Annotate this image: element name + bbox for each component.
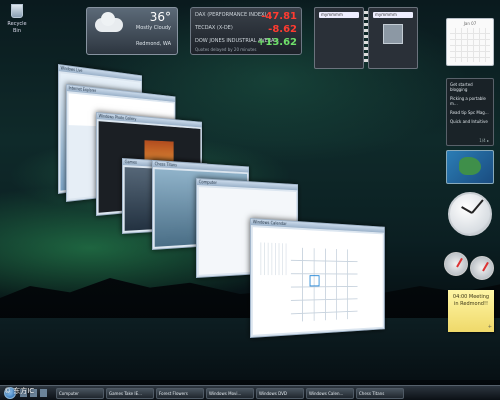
selected-day-cell[interactable] [309,274,320,286]
taskbar-button[interactable]: Computer [56,387,104,399]
flip3d-window-stack: Windows Live Internet Explorer Windows P… [0,0,500,400]
taskbar-button[interactable]: Windows Calen... [306,387,354,399]
taskbar: Computer Games Take IE... Forest Flowers… [0,385,500,400]
taskbar-button[interactable]: Chess Titans [356,387,404,399]
mini-calendar[interactable] [257,242,287,275]
calendar-month-grid[interactable] [290,247,358,323]
taskbar-button[interactable]: Games Take IE... [106,387,154,399]
window-calendar[interactable]: Windows Calendar [250,218,385,338]
watermark: © 东方IC [4,387,35,395]
taskbar-button[interactable]: Forest Flowers [156,387,204,399]
window-content [252,227,383,335]
taskbar-button[interactable]: Windows Movi... [206,387,254,399]
taskbar-button[interactable]: Windows DVD [256,387,304,399]
